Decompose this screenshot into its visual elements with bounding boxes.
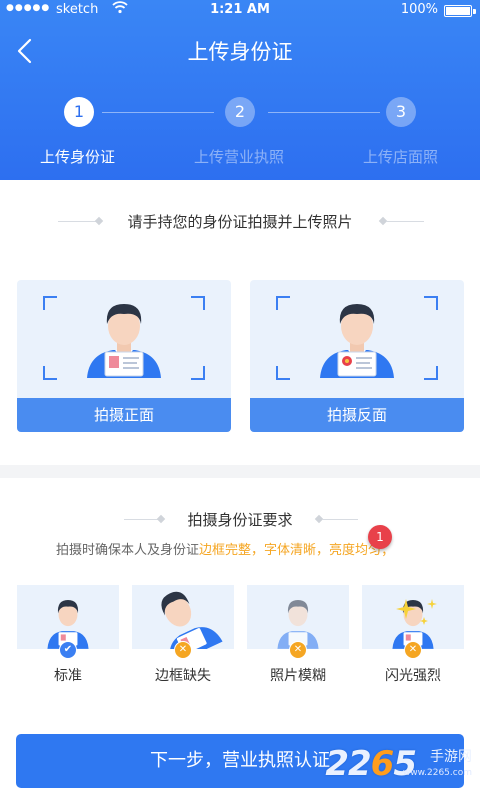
requirements-text-prefix: 拍摄时确保本人及身份证 bbox=[56, 543, 200, 558]
page-title: 上传身份证 bbox=[187, 40, 293, 64]
divider-line bbox=[322, 519, 358, 520]
example-blurry-image bbox=[247, 585, 349, 649]
frame-corner bbox=[191, 296, 205, 310]
frame-corner bbox=[43, 366, 57, 380]
requirements-title: 拍摄身份证要求 bbox=[187, 511, 293, 529]
sparkle-icon bbox=[396, 599, 437, 625]
frame-corner bbox=[424, 366, 438, 380]
step-connector bbox=[268, 112, 380, 113]
watermark-number: 2265 bbox=[325, 744, 417, 784]
step-3-indicator: 3 bbox=[386, 97, 416, 127]
battery-percent: 100% bbox=[400, 2, 438, 17]
example-label: 标准 bbox=[54, 668, 82, 684]
notification-badge[interactable]: 1 bbox=[368, 525, 392, 549]
cross-icon: ✕ bbox=[404, 641, 422, 659]
requirements-text-highlight: 边框完整，字体清晰，亮度均匀； bbox=[199, 543, 395, 558]
example-label: 边框缺失 bbox=[155, 668, 211, 684]
example-standard-image bbox=[17, 585, 119, 649]
battery-icon bbox=[444, 5, 476, 17]
example-label: 照片模糊 bbox=[270, 668, 326, 684]
watermark-number-prefix: 22 bbox=[325, 744, 371, 784]
example-label: 闪光强烈 bbox=[385, 668, 441, 684]
person-icon bbox=[161, 591, 223, 649]
step-1-indicator: 1 bbox=[64, 97, 94, 127]
person-with-id-icon bbox=[87, 304, 161, 378]
step-1-label: 上传身份证 bbox=[40, 148, 116, 166]
capture-front-label: 拍摄正面 bbox=[17, 398, 231, 432]
frame-corner bbox=[276, 296, 290, 310]
capture-back-label: 拍摄反面 bbox=[250, 398, 464, 432]
watermark-number-accent: 6 bbox=[370, 744, 395, 784]
divider-line bbox=[386, 221, 424, 222]
status-bar: ●●●●● sketch 1:21 AM 100% bbox=[0, 0, 480, 20]
watermark-url: www.2265.com bbox=[402, 768, 472, 778]
example-flash-image bbox=[362, 585, 464, 649]
example-border-missing-image bbox=[132, 585, 234, 649]
cross-icon: ✕ bbox=[174, 641, 192, 659]
header: ●●●●● sketch 1:21 AM 100% 上传身份证 1 2 3 上传… bbox=[0, 0, 480, 180]
step-2-label: 上传营业执照 bbox=[194, 148, 285, 166]
step-connector bbox=[102, 112, 214, 113]
watermark-number-suffix: 5 bbox=[393, 744, 417, 784]
frame-corner bbox=[424, 296, 438, 310]
capture-back-card[interactable]: 拍摄反面 bbox=[250, 280, 464, 432]
person-with-id-icon bbox=[320, 304, 394, 378]
frame-corner bbox=[43, 296, 57, 310]
step-3-label: 上传店面照 bbox=[363, 148, 439, 166]
step-2-indicator: 2 bbox=[225, 97, 255, 127]
check-icon: ✔ bbox=[59, 641, 77, 659]
capture-front-card[interactable]: 拍摄正面 bbox=[17, 280, 231, 432]
requirements-text: 拍摄时确保本人及身份证边框完整，字体清晰，亮度均匀； bbox=[56, 539, 394, 558]
watermark-text: 手游网 bbox=[430, 749, 472, 765]
cross-icon: ✕ bbox=[289, 641, 307, 659]
frame-corner bbox=[191, 366, 205, 380]
frame-corner bbox=[276, 366, 290, 380]
